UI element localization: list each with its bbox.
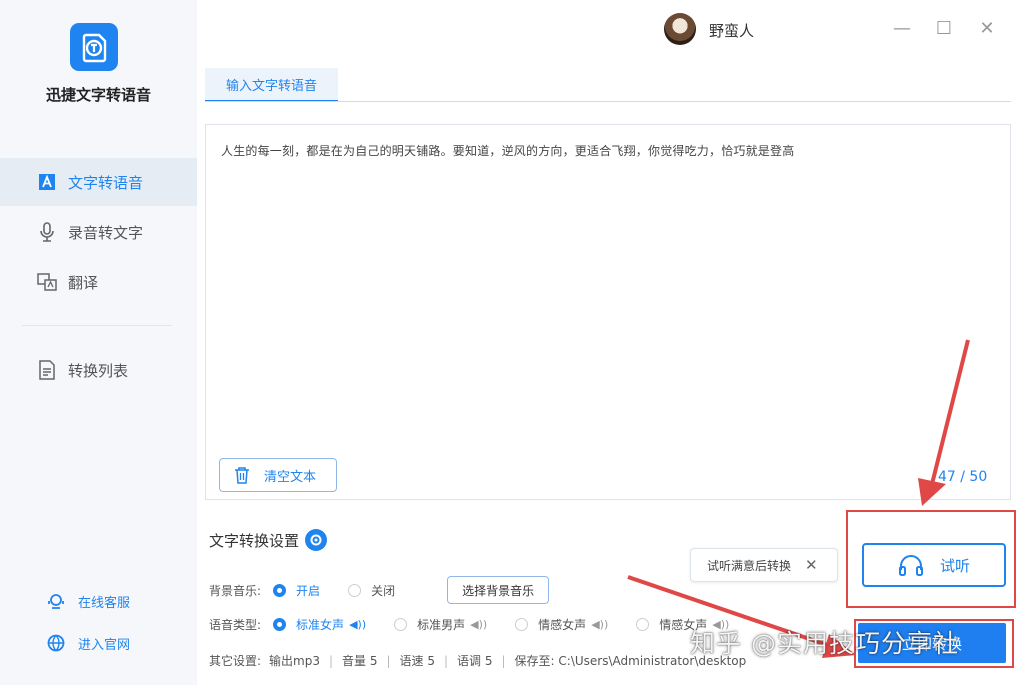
speed-setting[interactable]: 语速 5 xyxy=(400,652,435,669)
maximize-button[interactable]: ☐ xyxy=(932,16,956,40)
app-logo xyxy=(70,23,118,71)
voice-type-row: 语音类型: 标准女声 ◀)) 标准男声 ◀)) 情感女声 ◀)) 情感女声 ◀)) xyxy=(209,616,757,633)
editor-text[interactable]: 人生的每一刻，都是在为自己的明天铺路。要知道，逆风的方向，更适合飞翔，你觉得吃力… xyxy=(221,142,794,159)
sidebar-item-label: 翻译 xyxy=(68,273,99,292)
sidebar-item-label: 转换列表 xyxy=(68,361,129,380)
support-label: 在线客服 xyxy=(78,595,131,611)
clear-text-label: 清空文本 xyxy=(264,469,317,485)
bgm-on-radio[interactable]: 开启 xyxy=(273,582,320,599)
listen-label: 试听 xyxy=(939,556,970,575)
globe-icon xyxy=(46,633,66,653)
separator: | xyxy=(386,653,391,668)
sidebar-divider xyxy=(22,325,172,326)
choose-bgm-button[interactable]: 选择背景音乐 xyxy=(447,576,550,604)
bgm-row: 背景音乐: 开启 关闭 选择背景音乐 xyxy=(209,576,550,604)
other-settings-label: 其它设置: xyxy=(209,654,262,668)
official-site-link[interactable]: 进入官网 xyxy=(46,633,130,653)
list-icon xyxy=(36,359,58,381)
sidebar: 迅捷文字转语音 文字转语音 录音转文字 翻译 转换列表 在线客服 进入官网 xyxy=(0,0,197,685)
bgm-off-radio[interactable]: 关闭 xyxy=(348,582,395,599)
settings-title: 文字转换设置 xyxy=(209,529,328,551)
other-settings-row: 其它设置: 输出mp3 | 音量 5 | 语速 5 | 语调 5 | 保存至: … xyxy=(209,652,746,669)
tab-input-text-to-speech[interactable]: 输入文字转语音 xyxy=(205,68,338,102)
bgm-off-label: 关闭 xyxy=(371,583,396,598)
speaker-icon[interactable]: ◀)) xyxy=(470,618,487,631)
trash-icon xyxy=(234,466,250,484)
close-button[interactable]: ✕ xyxy=(975,16,999,40)
listen-tooltip: 试听满意后转换 ✕ xyxy=(690,548,838,582)
sidebar-item-text-to-speech[interactable]: 文字转语音 xyxy=(0,158,197,206)
tab-divider xyxy=(205,101,1011,102)
app-name: 迅捷文字转语音 xyxy=(45,86,151,104)
output-format[interactable]: 输出mp3 xyxy=(269,652,320,669)
voice-standard-male-radio[interactable]: 标准男声 ◀)) xyxy=(394,616,487,633)
avatar[interactable] xyxy=(664,13,696,45)
sidebar-item-label: 录音转文字 xyxy=(68,223,144,242)
document-speech-logo-icon xyxy=(82,33,107,63)
username[interactable]: 野蛮人 xyxy=(709,20,754,41)
voice-emotional-female-radio[interactable]: 情感女声 ◀)) xyxy=(515,616,608,633)
separator: | xyxy=(501,653,506,668)
sidebar-item-label: 文字转语音 xyxy=(68,173,144,192)
microphone-icon xyxy=(36,221,58,243)
settings-title-text: 文字转换设置 xyxy=(209,531,300,550)
char-counter: 47 / 50 xyxy=(938,469,988,485)
gear-icon[interactable] xyxy=(305,529,328,551)
bgm-label: 背景音乐: xyxy=(209,583,262,598)
minimize-button[interactable]: — xyxy=(890,16,914,40)
pitch-setting[interactable]: 语调 5 xyxy=(457,652,492,669)
text-a-icon xyxy=(36,171,58,193)
voice-standard-female-radio[interactable]: 标准女声 ◀)) xyxy=(273,616,366,633)
app-window: 迅捷文字转语音 文字转语音 录音转文字 翻译 转换列表 在线客服 进入官网 野蛮… xyxy=(0,0,1019,685)
watermark: 知乎 @实用技巧分享社 xyxy=(690,629,959,658)
separator: | xyxy=(444,653,449,668)
tooltip-text: 试听满意后转换 xyxy=(707,558,792,573)
voice-option-label: 标准男声 xyxy=(417,618,466,632)
clear-text-button[interactable]: 清空文本 xyxy=(219,458,337,492)
speaker-icon[interactable]: ◀)) xyxy=(349,618,366,631)
sidebar-item-speech-to-text[interactable]: 录音转文字 xyxy=(0,208,197,256)
sidebar-item-conversion-list[interactable]: 转换列表 xyxy=(0,346,197,394)
separator: | xyxy=(329,653,334,668)
sidebar-item-translate[interactable]: 翻译 xyxy=(0,258,197,306)
text-input-area[interactable]: 人生的每一刻，都是在为自己的明天铺路。要知道，逆风的方向，更适合飞翔，你觉得吃力… xyxy=(205,124,1011,500)
translate-icon xyxy=(36,271,58,293)
online-support-link[interactable]: 在线客服 xyxy=(46,591,130,611)
headphones-icon xyxy=(898,554,924,576)
bgm-on-label: 开启 xyxy=(296,583,321,598)
official-site-label: 进入官网 xyxy=(78,637,131,653)
tooltip-close-icon[interactable]: ✕ xyxy=(805,556,818,574)
voice-option-label: 标准女声 xyxy=(296,618,345,632)
voice-type-label: 语音类型: xyxy=(209,618,262,632)
voice-option-label: 情感女声 xyxy=(538,618,587,632)
volume-setting[interactable]: 音量 5 xyxy=(342,652,377,669)
listen-button[interactable]: 试听 xyxy=(862,543,1006,587)
support-icon xyxy=(46,591,66,611)
speaker-icon[interactable]: ◀)) xyxy=(591,618,608,631)
